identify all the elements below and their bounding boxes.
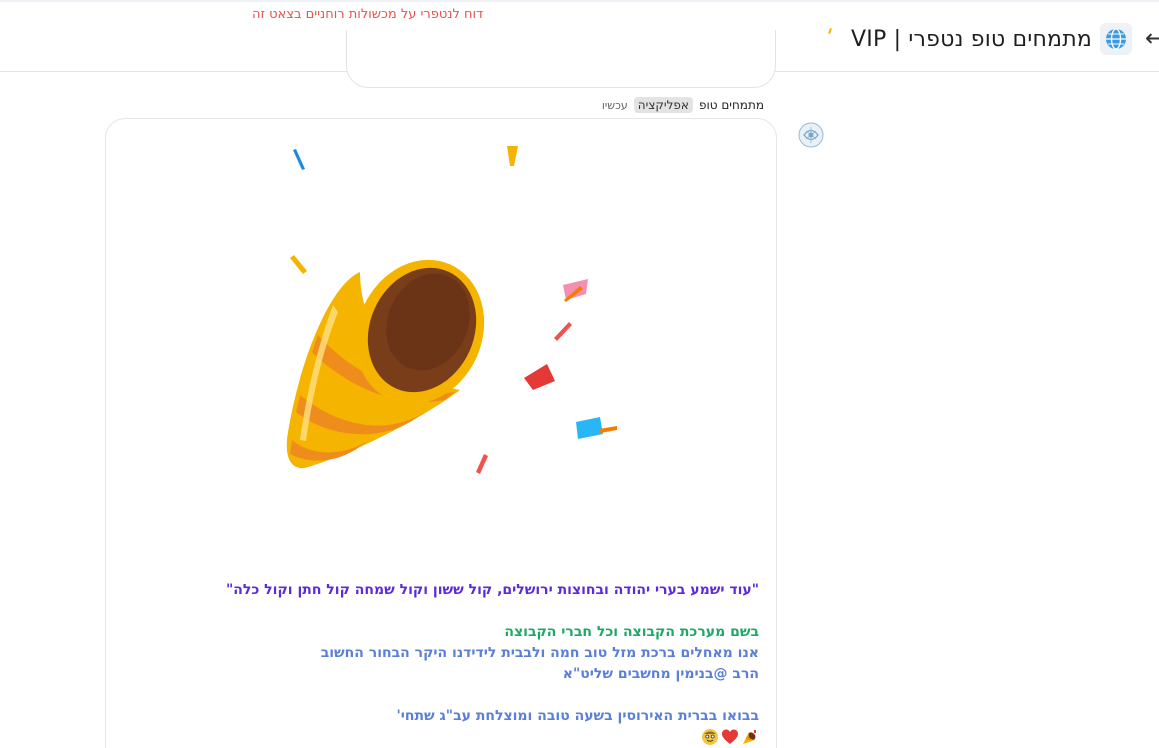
- back-arrow-icon[interactable]: ←: [1145, 24, 1159, 52]
- blessing-line-2[interactable]: הרב @בנימין מחשבים שליט"א: [159, 664, 759, 685]
- sender-name[interactable]: מתמחים טופ: [699, 98, 764, 112]
- globe-icon[interactable]: [1100, 23, 1132, 55]
- group-title-area[interactable]: מתמחים טופ נטפרי | VIP: [851, 22, 1092, 56]
- smiling-face-emoji: [702, 729, 718, 745]
- emoji-row: [159, 727, 759, 747]
- quote-line: "עוד ישמע בערי יהודה ובחוצות ירושלים, קו…: [226, 582, 759, 598]
- red-heart-emoji: [722, 729, 738, 744]
- message-meta: מתמחים טופ אפליקציה עכשיו: [602, 96, 764, 114]
- blessing-line-1: אנו מאחלים ברכת מזל טוב חמה ולבבית לידיד…: [320, 645, 759, 661]
- message-text: "עוד ישמע בערי יהודה ובחוצות ירושלים, קו…: [159, 580, 759, 747]
- decoration-tick: [828, 27, 832, 35]
- greeting-line: בשם מערכת הקבוצה וכל חברי הקבוצה: [504, 624, 759, 640]
- previous-message-bubble: [346, 30, 776, 88]
- app-badge: אפליקציה: [633, 97, 693, 113]
- sender-avatar[interactable]: [796, 120, 826, 150]
- blessing-line-3: בבואו בברית האירוסין בשעה טובה ומוצלחת ע…: [396, 708, 759, 724]
- party-popper-emoji: [743, 730, 756, 744]
- party-popper-icon: [286, 146, 617, 474]
- message-time: עכשיו: [601, 98, 628, 112]
- globe-icon-graphic: [1106, 28, 1126, 50]
- group-title: מתמחים טופ נטפרי | VIP: [851, 26, 1092, 52]
- report-link[interactable]: דוח לנטפרי על מכשולות רוחניים בצאט זה: [252, 7, 483, 22]
